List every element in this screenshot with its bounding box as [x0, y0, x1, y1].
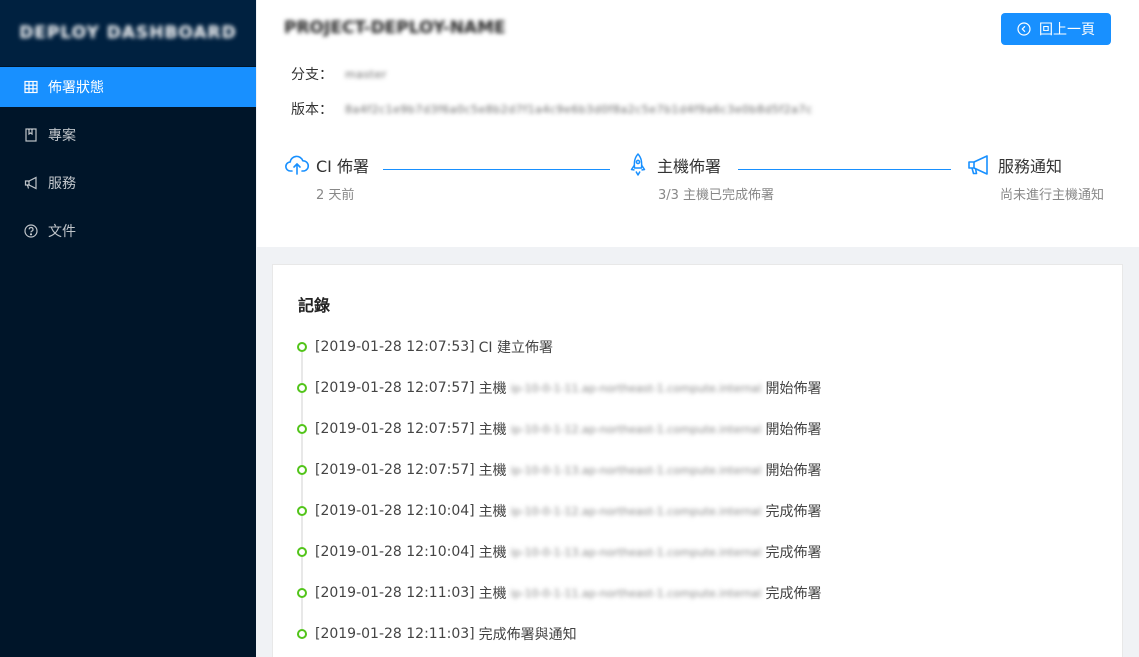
version-label: 版本：	[291, 102, 333, 118]
sidebar-item-label: 文件	[48, 224, 76, 240]
log-entry-time: [2019-01-28 12:10:04]	[315, 503, 475, 519]
step-connector	[383, 169, 610, 170]
log-entry-time: [2019-01-28 12:07:57]	[315, 380, 475, 396]
timeline-dot-icon	[297, 383, 307, 393]
log-entry-message: 主機	[478, 381, 507, 397]
step-notify: 服務通知 尚未進行主機通知	[966, 152, 1104, 203]
log-entry-host: ip-10-0-1-11.ap-northeast-1.compute.inte…	[510, 381, 762, 395]
log-timeline: [2019-01-28 12:07:53] CI 建立佈署 [2019-01-28 …	[297, 337, 821, 657]
log-entry-status: 開始佈署	[765, 422, 822, 438]
log-entry-message: 主機	[478, 504, 507, 520]
step-desc: 2 天前	[316, 188, 355, 203]
branch-label: 分支：	[291, 67, 333, 83]
sidebar-item-label: 服務	[48, 176, 76, 192]
log-entry: [2019-01-28 12:11:03] 完成佈署與通知	[297, 624, 821, 657]
log-entry-host: ip-10-0-1-13.ap-northeast-1.compute.inte…	[510, 463, 762, 477]
log-entry-message: 完成佈署與通知	[478, 627, 577, 643]
log-entry-time: [2019-01-28 12:07:53]	[315, 339, 475, 355]
sidebar-item-docs[interactable]: 文件	[0, 211, 256, 251]
log-entry-status: 完成佈署	[765, 504, 822, 520]
step-connector	[738, 169, 951, 170]
log-card: 記錄 [2019-01-28 12:07:53] CI 建立佈署 [2019-01-…	[272, 264, 1123, 657]
back-button-label: 回上一頁	[1039, 21, 1095, 37]
step-title: CI 佈署	[316, 157, 369, 176]
deploy-steps: CI 佈署 2 天前 主機佈署 3/3 主機已完成佈署 服務通知 尚未進行主機通…	[257, 152, 1139, 212]
notification-icon	[966, 152, 992, 178]
sidebar-item-deploy-status[interactable]: 佈署狀態	[0, 67, 256, 107]
log-entry-status: 開始佈署	[765, 381, 822, 397]
page-title: PROJECT-DEPLOY-NAME	[284, 18, 506, 38]
log-entry-time: [2019-01-28 12:10:04]	[315, 544, 475, 560]
log-entry-host: ip-10-0-1-12.ap-northeast-1.compute.inte…	[510, 422, 762, 436]
log-entry-time: [2019-01-28 12:11:03]	[315, 585, 475, 601]
log-entry-status: 開始佈署	[765, 463, 822, 479]
log-entry-status: 完成佈署	[765, 586, 822, 602]
back-button[interactable]: 回上一頁	[1001, 13, 1111, 45]
timeline-dot-icon	[297, 465, 307, 475]
timeline-dot-icon	[297, 588, 307, 598]
timeline-dot-icon	[297, 342, 307, 352]
timeline-dot-icon	[297, 629, 307, 639]
log-title: 記錄	[298, 296, 331, 315]
table-icon	[24, 80, 38, 94]
book-icon	[24, 128, 38, 142]
rocket-icon	[625, 152, 651, 178]
log-entry: [2019-01-28 12:07:53] CI 建立佈署	[297, 337, 821, 383]
timeline-dot-icon	[297, 424, 307, 434]
deploy-header: PROJECT-DEPLOY-NAME 回上一頁 分支： master 版本： …	[257, 0, 1139, 247]
log-entry-message: CI 建立佈署	[478, 340, 553, 356]
timeline-dot-icon	[297, 506, 307, 516]
step-host-deploy: 主機佈署 3/3 主機已完成佈署	[625, 152, 774, 203]
left-circle-icon	[1017, 22, 1031, 36]
log-entry-text: [2019-01-28 12:07:53] CI 建立佈署	[315, 337, 821, 357]
sidebar-item-label: 佈署狀態	[48, 80, 104, 96]
log-entry-status: 完成佈署	[765, 545, 822, 561]
step-desc: 3/3 主機已完成佈署	[658, 188, 775, 203]
log-entry-time: [2019-01-28 12:07:57]	[315, 462, 475, 478]
step-title: 主機佈署	[657, 157, 722, 176]
log-entry-host: ip-10-0-1-12.ap-northeast-1.compute.inte…	[510, 504, 762, 518]
step-ci: CI 佈署 2 天前	[284, 152, 369, 203]
log-entry-text: [2019-01-28 12:10:04] 主機 ip-10-0-1-13.ap-n…	[315, 542, 821, 562]
version-row: 版本： 8a4f2c1e9b7d3f6a0c5e8b2d7f1a4c9e6b3d…	[291, 99, 813, 119]
logo[interactable]: DEPLOY DASHBOARD	[0, 0, 256, 66]
megaphone-icon	[24, 176, 38, 190]
log-entry-text: [2019-01-28 12:07:57] 主機 ip-10-0-1-13.ap-n…	[315, 460, 821, 480]
log-entry-time: [2019-01-28 12:11:03]	[315, 626, 475, 642]
log-entry-host: ip-10-0-1-11.ap-northeast-1.compute.inte…	[510, 586, 762, 600]
log-entry: [2019-01-28 12:10:04] 主機 ip-10-0-1-12.ap-n…	[297, 501, 821, 547]
version-value: 8a4f2c1e9b7d3f6a0c5e8b2d7f1a4c9e6b3d0f8a…	[345, 102, 813, 116]
log-entry: [2019-01-28 12:07:57] 主機 ip-10-0-1-13.ap-n…	[297, 460, 821, 506]
log-entry-text: [2019-01-28 12:07:57] 主機 ip-10-0-1-11.ap-n…	[315, 378, 821, 398]
logo-text: DEPLOY DASHBOARD	[19, 23, 237, 43]
log-entry-text: [2019-01-28 12:07:57] 主機 ip-10-0-1-12.ap-n…	[315, 419, 821, 439]
log-entry: [2019-01-28 12:07:57] 主機 ip-10-0-1-11.ap-n…	[297, 378, 821, 424]
cloud-upload-icon	[284, 152, 310, 178]
sidebar-item-label: 專案	[48, 128, 76, 144]
log-entry-message: 主機	[478, 422, 507, 438]
log-entry: [2019-01-28 12:07:57] 主機 ip-10-0-1-12.ap-n…	[297, 419, 821, 465]
log-entry-message: 主機	[478, 586, 507, 602]
sidebar-menu: 佈署狀態 專案 服務 文件	[0, 67, 256, 251]
sidebar: DEPLOY DASHBOARD 佈署狀態 專案 服務 文件	[0, 0, 256, 657]
log-entry-host: ip-10-0-1-13.ap-northeast-1.compute.inte…	[510, 545, 762, 559]
log-entry-message: 主機	[478, 545, 507, 561]
log-entry: [2019-01-28 12:11:03] 主機 ip-10-0-1-11.ap-n…	[297, 583, 821, 629]
log-entry-time: [2019-01-28 12:07:57]	[315, 421, 475, 437]
sidebar-item-projects[interactable]: 專案	[0, 115, 256, 155]
branch-value: master	[345, 67, 387, 81]
log-entry-message: 主機	[478, 463, 507, 479]
log-entry: [2019-01-28 12:10:04] 主機 ip-10-0-1-13.ap-n…	[297, 542, 821, 588]
log-entry-text: [2019-01-28 12:11:03] 完成佈署與通知	[315, 624, 821, 644]
timeline-dot-icon	[297, 547, 307, 557]
log-entry-text: [2019-01-28 12:10:04] 主機 ip-10-0-1-12.ap-n…	[315, 501, 821, 521]
step-title: 服務通知	[998, 157, 1063, 176]
sidebar-item-services[interactable]: 服務	[0, 163, 256, 203]
question-circle-icon	[24, 224, 38, 238]
log-entry-text: [2019-01-28 12:11:03] 主機 ip-10-0-1-11.ap-n…	[315, 583, 821, 603]
step-desc: 尚未進行主機通知	[1000, 188, 1105, 203]
branch-row: 分支： master	[291, 64, 387, 84]
